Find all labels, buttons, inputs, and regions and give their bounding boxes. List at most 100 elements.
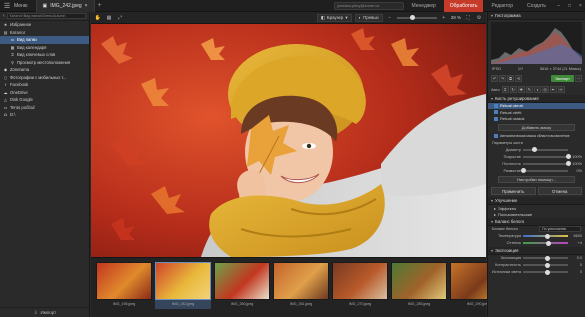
histogram-header[interactable]: ▾ Гистограмма [488,12,585,20]
nav-item[interactable]: ▭ Tento počítač [0,104,89,112]
tab-develop[interactable]: Обработать [443,0,484,12]
redo-icon[interactable]: ↷ [499,74,506,82]
nav-item[interactable]: ⌗ Вид ключевых слов [0,51,89,59]
exposure-track[interactable] [523,255,568,261]
undo-icon[interactable]: ↶ [491,74,498,82]
back-icon[interactable]: ‹ [3,13,5,19]
menu-label[interactable]: Меню [14,3,28,9]
exposure-value[interactable]: 0.0 [570,256,582,260]
heal-icon[interactable]: ✚ [517,85,525,93]
brush-slider[interactable]: Размытие 0% [488,167,585,174]
window-close-icon[interactable]: × [576,3,585,9]
nav-item[interactable]: ▭ Вид папки [0,36,89,44]
copy-icon[interactable]: ⧉ [507,74,514,82]
contrast-knob[interactable] [544,262,550,268]
enhance-header[interactable]: ▾ Улучшение [488,197,585,205]
maximize-icon[interactable]: □ [565,3,574,9]
add-tab-button[interactable]: + [95,2,105,9]
document-tab[interactable]: ▣ IMG_242.jpeg × [35,0,95,12]
crop-icon[interactable]: ⌗ [501,85,509,93]
tab-manager[interactable]: Менеджер [406,0,442,12]
brush-slider-track[interactable] [520,168,568,173]
filmstrip-thumbnail[interactable]: IMG_196.jpeg [96,262,152,309]
brush-slider-track[interactable] [523,147,568,152]
rotate-icon[interactable]: ↻ [509,85,517,93]
minimize-icon[interactable]: – [554,3,563,9]
zoom-slider-thumb[interactable] [410,14,416,20]
filmstrip-thumbnail[interactable]: IMG_270.jpeg [332,262,388,309]
cancel-button[interactable]: Отмена [537,187,582,195]
zoom-slider[interactable] [396,14,437,20]
brush-slider[interactable]: Плотность 100% [488,160,585,167]
nav-item[interactable]: ★ Избранное [0,21,89,29]
main-photo[interactable] [91,24,486,257]
temperature-value[interactable]: 5600 [570,234,582,238]
contrast-slider[interactable]: Контрастность 0 [488,262,585,269]
tint-slider[interactable]: Оттенок +4 [488,240,585,247]
nav-item[interactable]: ▤ Каталог [0,29,89,37]
assistant-settings-button[interactable]: Настройки помощн... [498,176,575,183]
nav-item[interactable]: △ Disk Google [0,96,89,104]
retouch-item[interactable]: Retual ustauk [488,116,585,123]
grid-icon[interactable]: ▦ [105,14,113,22]
brush-slider-value[interactable]: 100% [570,155,582,159]
light-knob[interactable] [544,269,550,275]
add-mask-button[interactable]: Добавить маску [498,124,575,131]
fullscreen-icon[interactable]: ⛶ [464,14,472,22]
brush-slider-knob[interactable] [531,147,537,152]
filmstrip-thumbnail[interactable]: IMG_260.jpeg [214,262,270,309]
nav-item[interactable]: ◆ Zonerama [0,66,89,74]
tab-editor[interactable]: Редактор [485,0,519,12]
tint-value[interactable]: +4 [570,241,582,245]
brush-slider[interactable]: Диаметр [488,146,585,153]
contrast-track[interactable] [523,262,568,268]
brush-slider-track[interactable] [523,161,571,166]
visibility-checkbox[interactable] [494,110,498,115]
preview-select[interactable]: ◐ Превью [354,13,383,22]
brush-slider-knob[interactable] [565,161,571,166]
tab-create[interactable]: Создать [521,0,552,12]
visibility-checkbox[interactable] [494,103,498,108]
hand-icon[interactable]: ✋ [94,14,102,22]
retouch-header[interactable]: ▾ Кисть ретуширования [488,94,585,103]
account-field[interactable]: jaroslav.pilny@zoner.cz [333,2,404,10]
tint-track[interactable] [523,240,568,246]
close-icon[interactable]: × [85,3,88,9]
brush-slider-track[interactable] [523,154,571,159]
nav-item[interactable]: ◘ D:\ [0,111,89,119]
more-icon[interactable]: ⋯ [575,74,582,82]
import-button[interactable]: ⇩ Импорт [0,307,90,317]
hamburger-icon[interactable]: ☰ [0,0,14,12]
brush-slider-value[interactable]: 0% [570,169,583,173]
auto-mask-checkbox[interactable] [494,134,498,139]
filmstrip-thumbnail[interactable]: IMG_261.jpeg [273,262,329,309]
brush-slider-knob[interactable] [520,168,526,173]
exposure-slider[interactable]: Экспозиция 0.0 [488,255,585,262]
nav-item[interactable]: ⚲ Просмотр местоположения [0,59,89,67]
light-track[interactable] [523,269,568,275]
zoom-in-icon[interactable]: + [440,14,448,22]
light-value[interactable]: 0 [570,270,582,274]
white-balance-header[interactable]: ▾ Баланс белого [488,218,585,226]
visibility-checkbox[interactable] [494,116,498,121]
settings-icon[interactable]: ⚙ [475,14,483,22]
pen-icon[interactable]: ✏ [557,85,565,93]
brush-slider[interactable]: Покрытие 100% [488,153,585,160]
exposure-knob[interactable] [544,255,550,261]
nav-item[interactable]: ☁ OneDrive [0,89,89,97]
path-input[interactable]: Каталог\Вид папки\Осень\Autumn [6,13,86,19]
view-mode-select[interactable]: ◧ Браузер ▾ [316,13,352,22]
nav-item[interactable]: ▦ Вид календаря [0,44,89,52]
reset-icon[interactable]: ⟲ [515,74,522,82]
contrast-value[interactable]: 0 [570,263,582,267]
brush-icon[interactable]: ✎ [525,85,533,93]
light-slider[interactable]: Источники света 0 [488,269,585,276]
export-button[interactable]: Экспорт [550,74,574,82]
brush-slider-value[interactable]: 100% [570,162,582,166]
brush-slider-knob[interactable] [565,154,571,159]
temperature-slider[interactable]: Температура 5600 [488,233,585,240]
nav-item[interactable]: f Facebook [0,81,89,89]
temperature-track[interactable] [523,233,568,239]
radial-icon[interactable]: ◎ [541,85,549,93]
eyedrop-icon[interactable]: ✒ [549,85,557,93]
